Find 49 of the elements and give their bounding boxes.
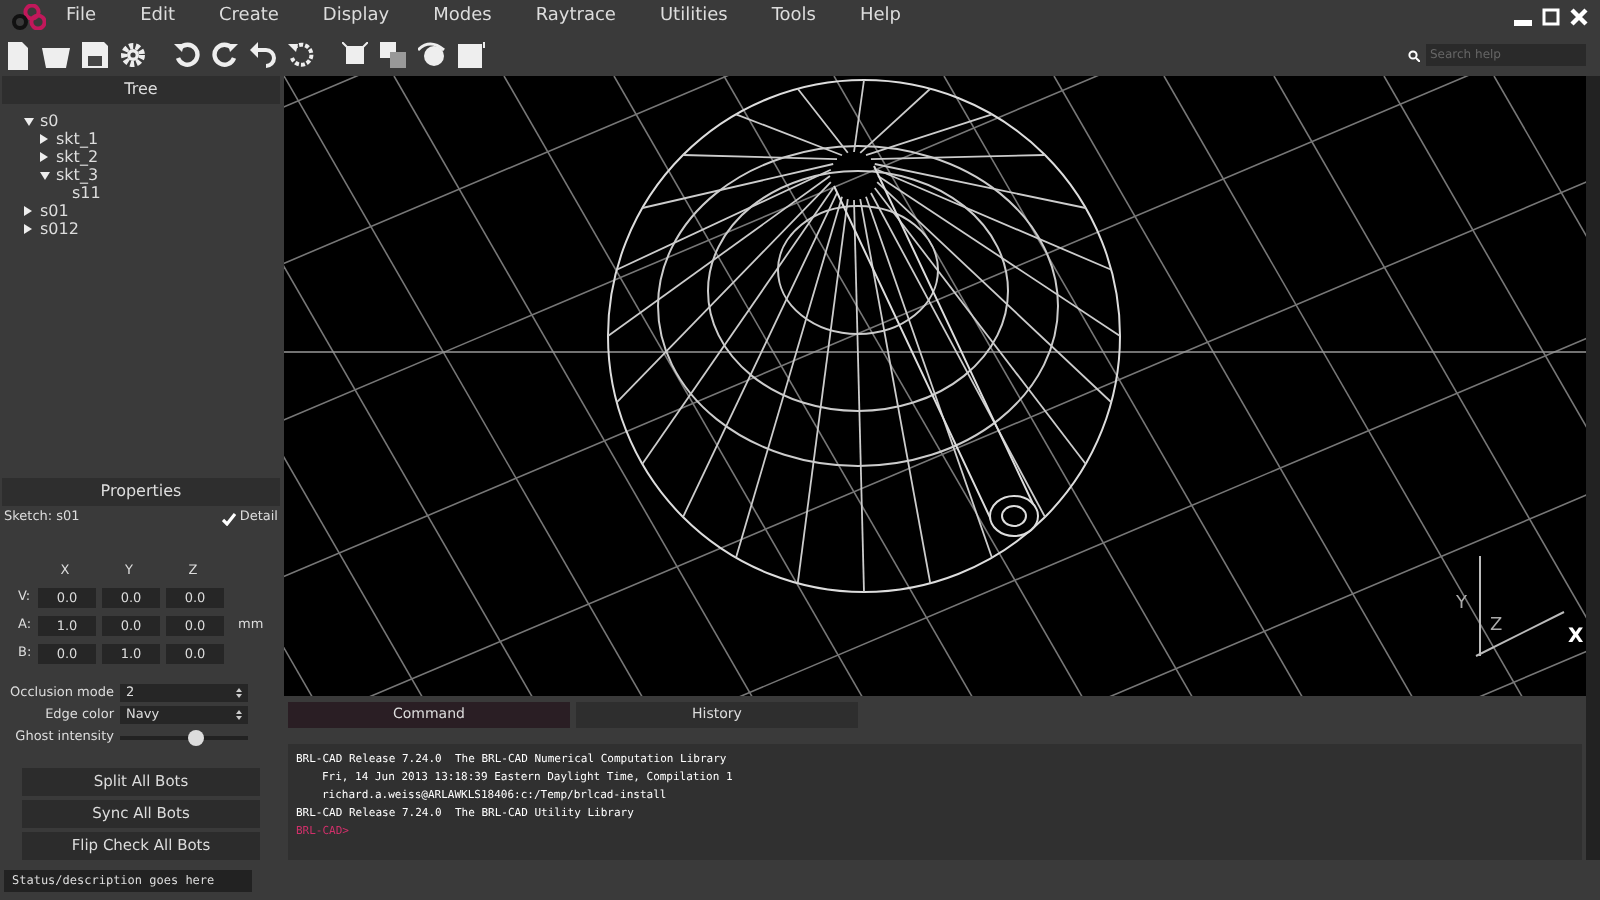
menu-item[interactable]: File	[66, 3, 97, 31]
expanded-arrow-icon[interactable]	[40, 171, 50, 179]
rotate-icon[interactable]	[212, 42, 238, 68]
maximize-icon[interactable]	[1542, 8, 1560, 26]
tree-item[interactable]: s11	[72, 181, 101, 205]
tree-item[interactable]: skt_1	[56, 127, 99, 151]
collapsed-arrow-icon[interactable]	[24, 224, 32, 234]
axis-label: Z	[1490, 614, 1503, 640]
tree-item[interactable]: skt_2	[56, 145, 99, 169]
slider-thumb[interactable]	[188, 730, 205, 746]
axis-label: X	[1568, 624, 1584, 652]
shape-icon[interactable]	[418, 42, 446, 68]
viewport[interactable]: Y Z X	[284, 76, 1586, 696]
select-icon[interactable]	[342, 42, 368, 68]
scrollbar[interactable]	[1586, 76, 1600, 860]
undo-icon[interactable]	[250, 42, 276, 68]
dropdown-arrow-icon	[236, 710, 242, 720]
menu-item[interactable]: Utilities	[659, 3, 728, 31]
refresh-icon[interactable]	[288, 42, 314, 68]
collapsed-arrow-icon[interactable]	[24, 206, 32, 216]
tree-item[interactable]: s012	[40, 217, 79, 241]
menu-item[interactable]: Modes	[433, 3, 492, 31]
save-icon[interactable]	[82, 42, 108, 68]
panel-header: Tree	[2, 76, 280, 104]
expanded-arrow-icon[interactable]	[24, 117, 34, 125]
close-icon[interactable]	[1570, 8, 1588, 26]
menu-item[interactable]: Help	[860, 3, 902, 31]
menu-item[interactable]: Raytrace	[535, 3, 616, 31]
search-icon	[1408, 49, 1420, 61]
layers-icon[interactable]	[380, 42, 406, 68]
dropdown-arrow-icon	[236, 688, 242, 698]
axis-label: Y	[1456, 592, 1467, 618]
rotate-icon[interactable]	[174, 42, 200, 68]
menu-item[interactable]: Tools	[771, 3, 816, 31]
menu-item[interactable]: Create	[219, 3, 279, 31]
tree-item[interactable]: s01	[40, 199, 69, 223]
logo-icon	[10, 4, 46, 30]
settings-icon[interactable]	[120, 42, 146, 68]
menu-item[interactable]: Edit	[140, 3, 175, 31]
panel-header: Properties	[2, 478, 280, 507]
collapsed-arrow-icon[interactable]	[40, 152, 48, 162]
menu-item[interactable]: Display	[322, 3, 390, 31]
new-file-icon[interactable]	[6, 41, 30, 69]
frame-icon[interactable]	[458, 42, 488, 68]
tree-item[interactable]: s0	[40, 109, 59, 133]
collapsed-arrow-icon[interactable]	[40, 134, 48, 144]
detail-checkbox[interactable]	[221, 511, 236, 526]
tree-item[interactable]: skt_3	[56, 163, 99, 187]
folder-icon[interactable]	[42, 43, 70, 67]
